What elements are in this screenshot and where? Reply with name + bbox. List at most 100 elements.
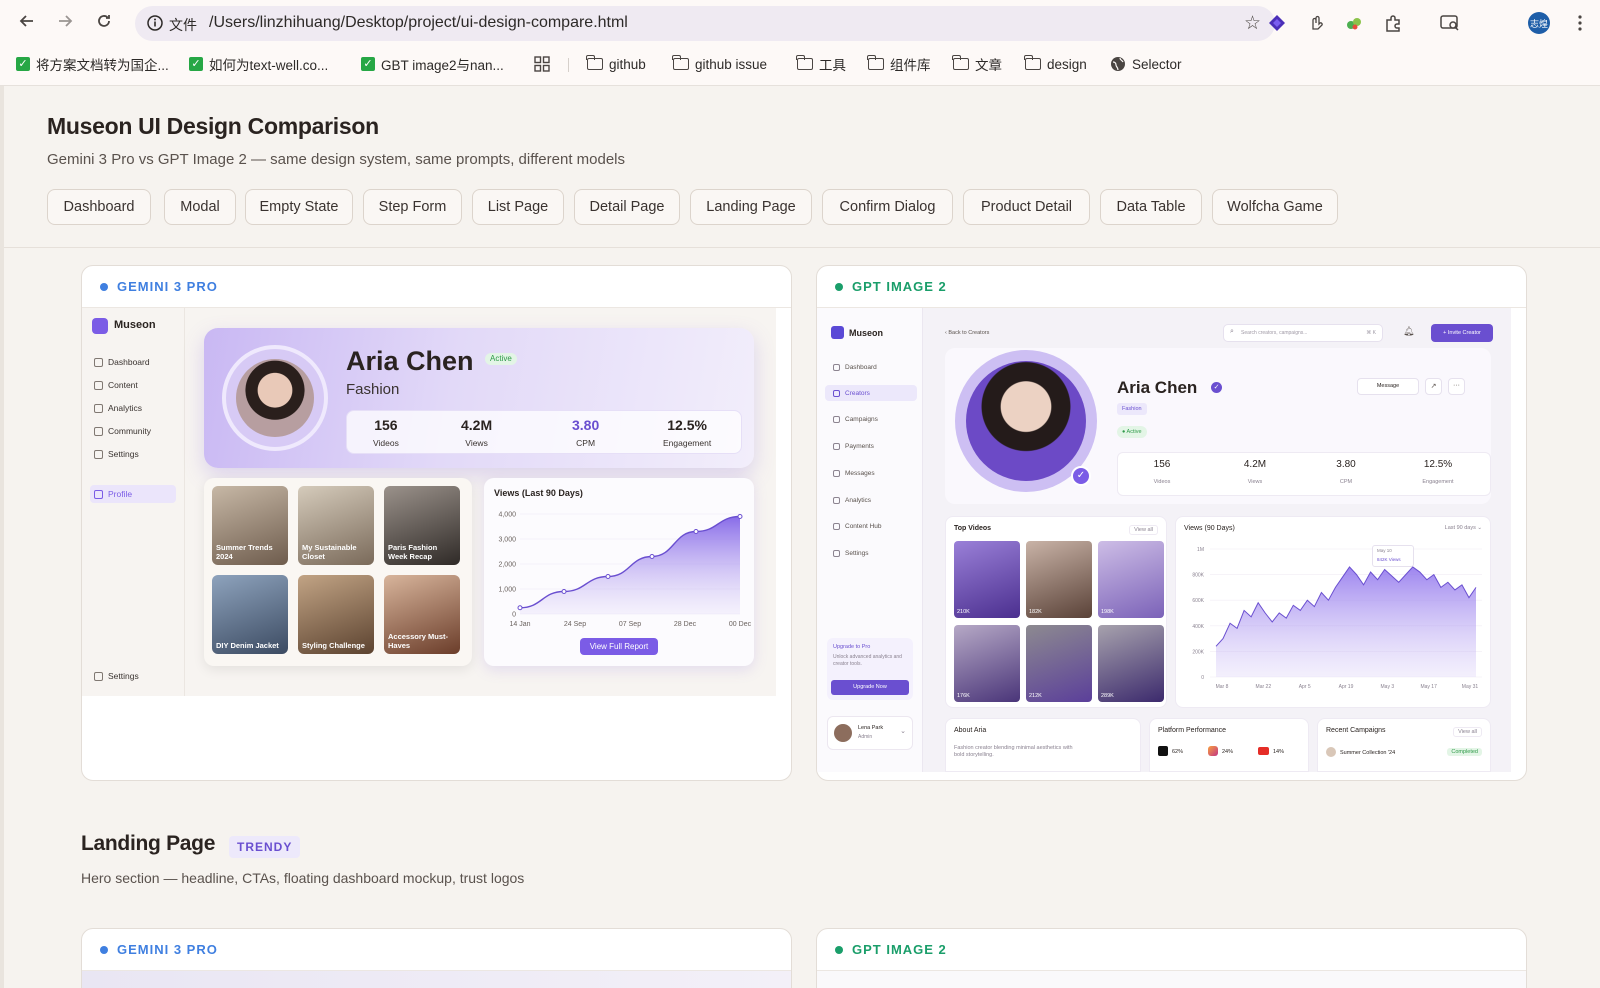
- search-input[interactable]: ⌕ Search creators, campaigns... ⌘ K: [1223, 324, 1383, 342]
- extension-puzzle-green-icon[interactable]: [1343, 12, 1365, 34]
- video-thumbnail[interactable]: DIY Denim Jacket: [212, 575, 288, 654]
- bookmark-item[interactable]: ✓ 将方案文档转为国企...: [16, 54, 169, 74]
- extensions-icon[interactable]: [1382, 12, 1404, 34]
- video-grid: Summer Trends 2024 My Sustainable Closet…: [204, 478, 472, 666]
- video-thumbnail[interactable]: 176K: [954, 625, 1020, 702]
- bell-icon[interactable]: 🔔︎: [1403, 326, 1414, 337]
- back-link[interactable]: ‹ Back to Creators: [945, 330, 989, 336]
- nav-item[interactable]: Community: [94, 426, 151, 436]
- nav-item[interactable]: Payments: [833, 443, 874, 450]
- nav-item[interactable]: Dashboard: [833, 364, 877, 371]
- tab-product-detail[interactable]: Product Detail: [963, 189, 1090, 225]
- video-thumbnail[interactable]: 212K: [1026, 625, 1092, 702]
- nav-item[interactable]: Content Hub: [833, 523, 882, 530]
- bookmark-folder[interactable]: 文章: [952, 54, 1002, 74]
- view-full-report-button[interactable]: View Full Report: [580, 638, 658, 655]
- video-thumbnail[interactable]: 210K: [954, 541, 1020, 618]
- view-all-link[interactable]: View all: [1129, 525, 1158, 535]
- bookmark-folder[interactable]: design: [1024, 54, 1087, 74]
- x-tick-label: 07 Sep: [619, 621, 641, 628]
- upgrade-button[interactable]: Upgrade Now: [831, 680, 909, 695]
- video-thumbnail[interactable]: Accessory Must-Haves: [384, 575, 460, 654]
- tab-list-page[interactable]: List Page: [472, 189, 564, 225]
- forward-arrow-icon[interactable]: [54, 12, 76, 34]
- nav-item[interactable]: Dashboard: [94, 357, 150, 367]
- address-bar[interactable]: 文件 /Users/linzhihuang/Desktop/project/ui…: [135, 6, 1275, 41]
- reload-icon[interactable]: [93, 12, 115, 34]
- folder-icon: [867, 55, 884, 70]
- profile-avatar[interactable]: 志煌: [1528, 12, 1550, 34]
- video-thumbnail[interactable]: Styling Challenge: [298, 575, 374, 654]
- video-thumbnail[interactable]: My Sustainable Closet: [298, 486, 374, 565]
- nav-item[interactable]: Analytics: [94, 403, 142, 413]
- bookmark-item[interactable]: ✓ 如何为text-well.co...: [189, 54, 328, 74]
- area-fill: [520, 516, 740, 614]
- bookmark-item[interactable]: Selector: [1110, 54, 1182, 74]
- video-thumbnail[interactable]: Paris Fashion Week Recap: [384, 486, 460, 565]
- nav-item[interactable]: Settings: [833, 550, 869, 557]
- extension-diamond-icon[interactable]: [1266, 12, 1288, 34]
- tab-empty-state[interactable]: Empty State: [245, 189, 353, 225]
- apps-grid-icon[interactable]: [534, 54, 550, 74]
- bookmark-star-icon[interactable]: ☆: [1244, 12, 1261, 35]
- bookmark-folder[interactable]: github issue: [672, 54, 767, 74]
- tab-confirm-dialog[interactable]: Confirm Dialog: [822, 189, 953, 225]
- user-menu[interactable]: Lena Park Admin ⌄: [827, 716, 913, 750]
- bookmark-folder[interactable]: github: [586, 54, 646, 74]
- browser-menu-icon[interactable]: [1569, 12, 1591, 34]
- share-icon[interactable]: ↗: [1425, 378, 1442, 395]
- tab-modal[interactable]: Modal: [164, 189, 236, 225]
- tab-dashboard[interactable]: Dashboard: [47, 189, 151, 225]
- video-thumbnail[interactable]: 289K: [1098, 625, 1164, 702]
- back-arrow-icon[interactable]: [16, 12, 38, 34]
- avatar: [834, 724, 852, 742]
- chart-icon: [94, 403, 103, 413]
- bookmark-item[interactable]: ✓ GBT image2与nan...: [361, 54, 504, 74]
- video-thumbnail[interactable]: 198K: [1098, 541, 1164, 618]
- extension-hand-icon[interactable]: [1305, 12, 1327, 34]
- header-divider: [4, 247, 1600, 248]
- tab-detail-page[interactable]: Detail Page: [574, 189, 680, 225]
- panel-title: Views (90 Days): [1184, 525, 1235, 532]
- range-select[interactable]: Last 90 days ⌄: [1445, 525, 1482, 531]
- avatar: [222, 345, 328, 451]
- info-icon[interactable]: [145, 13, 165, 33]
- nav-item[interactable]: Settings: [94, 449, 139, 459]
- user-icon: [94, 489, 103, 499]
- video-thumbnail[interactable]: 182K: [1026, 541, 1092, 618]
- card-icon: [833, 443, 840, 450]
- url-scheme-label: 文件: [169, 17, 197, 33]
- url-text[interactable]: /Users/linzhihuang/Desktop/project/ui-de…: [209, 14, 628, 32]
- y-tick-label: 1,000: [498, 587, 516, 594]
- video-thumbnail[interactable]: Summer Trends 2024: [212, 486, 288, 565]
- folder-icon: [952, 55, 969, 70]
- gear-icon: [833, 550, 840, 557]
- x-tick-label: 14 Jan: [509, 621, 530, 628]
- data-point: [649, 554, 655, 559]
- nav-item[interactable]: Content: [94, 380, 138, 390]
- tab-step-form[interactable]: Step Form: [363, 189, 462, 225]
- x-tick-label: May 17: [1420, 684, 1437, 690]
- nav-item[interactable]: Campaigns: [833, 416, 878, 423]
- nav-item[interactable]: Settings: [94, 671, 139, 681]
- tab-wolfcha-game[interactable]: Wolfcha Game: [1212, 189, 1338, 225]
- more-icon[interactable]: ···: [1448, 378, 1465, 395]
- invite-creator-button[interactable]: + Invite Creator: [1431, 324, 1493, 342]
- model-label: GEMINI 3 PRO: [117, 942, 218, 957]
- nav-item-active[interactable]: Profile: [94, 489, 132, 499]
- tab-search-icon[interactable]: [1439, 12, 1461, 34]
- profile-header: ✓ Aria Chen ✓ Fashion ● Active Message ↗…: [945, 348, 1491, 504]
- message-button[interactable]: Message: [1357, 378, 1419, 395]
- nav-item-active[interactable]: Creators: [833, 390, 870, 397]
- chart-title: Views (Last 90 Days): [494, 488, 583, 498]
- museon-logo-icon: [831, 326, 844, 339]
- view-all-link[interactable]: View all: [1453, 727, 1482, 737]
- bookmark-folder[interactable]: 组件库: [867, 54, 931, 74]
- tab-data-table[interactable]: Data Table: [1100, 189, 1202, 225]
- nav-item[interactable]: Messages: [833, 470, 875, 477]
- tab-landing-page[interactable]: Landing Page: [690, 189, 812, 225]
- bookmark-folder[interactable]: 工具: [796, 54, 846, 74]
- stat: 4.2M Views: [461, 417, 493, 448]
- panel-title: About Aria: [954, 727, 987, 734]
- nav-item[interactable]: Analytics: [833, 497, 871, 504]
